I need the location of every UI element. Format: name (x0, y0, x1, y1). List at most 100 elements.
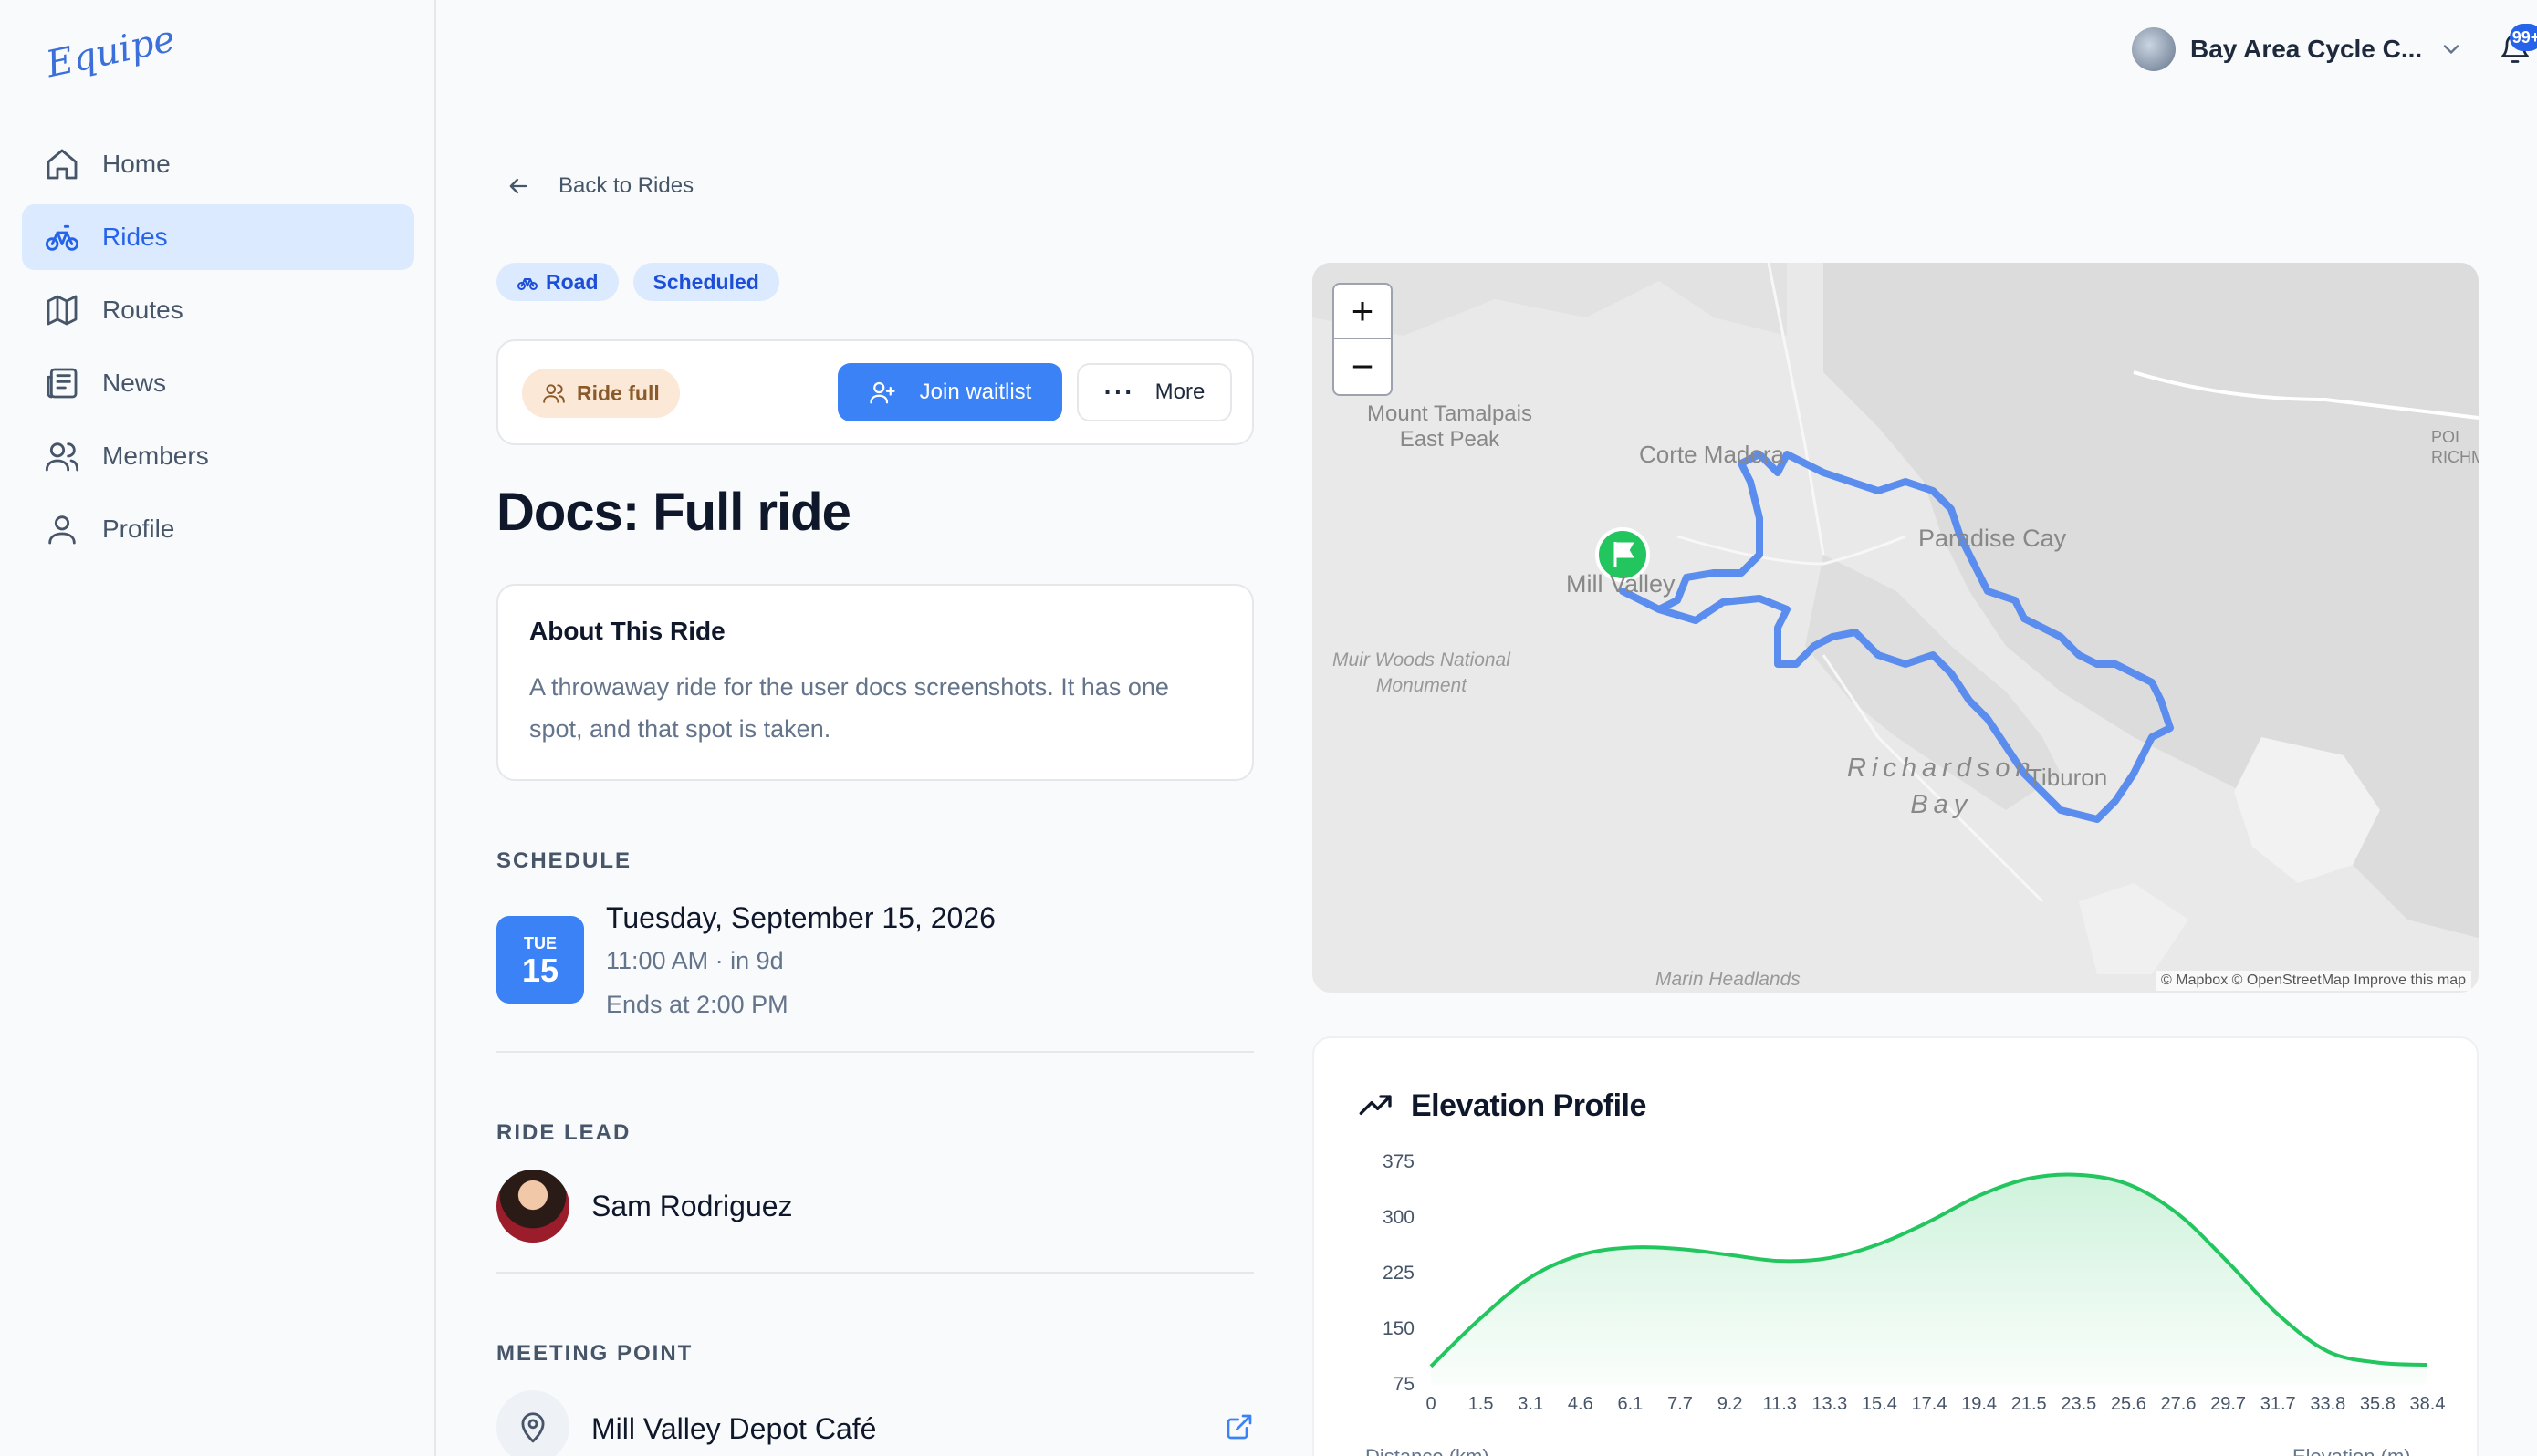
ride-actions-card: Ride full Join waitlist ··· More (496, 339, 1254, 445)
ride-lead-name[interactable]: Sam Rodriguez (591, 1190, 793, 1223)
club-switcher[interactable]: Bay Area Cycle C... (2132, 27, 2464, 71)
home-icon (47, 149, 78, 180)
schedule-time: 11:00 AM · in 9d (606, 947, 784, 974)
sidebar-item-members[interactable]: Members (22, 423, 414, 489)
arrow-left-icon (509, 178, 527, 194)
map-label-mill-valley: Mill Valley (1566, 570, 1676, 598)
map-pin-icon (521, 1412, 545, 1443)
map-label-corte-madera: Corte Madera (1639, 441, 1784, 468)
schedule-label: SCHEDULE (496, 848, 632, 873)
x-tick-label: 17.4 (1911, 1394, 1947, 1414)
x-tick-label: 27.6 (2160, 1394, 2197, 1414)
sidebar-item-label: Members (102, 442, 209, 470)
y-tick-label: 75 (1393, 1374, 1415, 1395)
club-avatar (2132, 27, 2176, 71)
chevron-down-icon (2444, 45, 2459, 55)
sidebar-item-label: News (102, 369, 167, 397)
location-pin-badge (496, 1390, 569, 1456)
sidebar-item-label: Home (102, 150, 171, 178)
x-tick-label: 6.1 (1617, 1394, 1644, 1414)
sidebar-item-routes[interactable]: Routes (22, 277, 414, 343)
sidebar-item-news[interactable]: News (22, 350, 414, 416)
y-tick-label: 375 (1382, 1151, 1415, 1172)
club-name: Bay Area Cycle C... (2190, 35, 2423, 63)
zoom-out-button[interactable]: − (1334, 339, 1391, 394)
x-tick-label: 29.7 (2210, 1394, 2247, 1414)
y-axis-label: Elevation (m) (2292, 1445, 2411, 1456)
map-label-point: POI RICHM (2431, 428, 2479, 466)
divider (496, 1272, 1254, 1274)
avatar[interactable] (496, 1170, 569, 1243)
x-tick-label: 3.1 (1518, 1394, 1544, 1414)
sidebar-item-label: Profile (102, 515, 175, 543)
tag-road: Road (496, 263, 619, 301)
tag-label: Road (546, 269, 599, 294)
ride-lead-label: RIDE LEAD (496, 1120, 632, 1145)
notification-badge: 99+ (2510, 24, 2537, 51)
top-bar: Bay Area Cycle C... 99+ (1807, 0, 2537, 102)
sidebar: Equipe Home Rides Routes News Members Pr… (0, 0, 436, 1456)
back-link-label: Back to Rides (559, 173, 694, 198)
join-waitlist-label: Join waitlist (919, 380, 1032, 404)
more-dots-icon: ··· (1103, 378, 1135, 406)
x-tick-label: 23.5 (2061, 1394, 2097, 1414)
map-label-peak: Mount Tamalpais East Peak (1367, 401, 1532, 452)
x-tick-label: 7.7 (1667, 1394, 1693, 1414)
more-button[interactable]: ··· More (1077, 363, 1232, 421)
map-label-richardson-bay: Richardson Bay (1847, 754, 2036, 819)
newspaper-icon (47, 368, 78, 399)
schedule-ends: Ends at 2:00 PM (606, 991, 788, 1018)
route-map[interactable]: + − Mount Tamalpais East Peak Corte Made… (1312, 263, 2479, 993)
x-tick-label: 21.5 (2010, 1394, 2047, 1414)
sidebar-item-label: Routes (102, 296, 183, 324)
users-icon (543, 384, 565, 403)
x-tick-label: 4.6 (1567, 1394, 1593, 1414)
external-link-icon[interactable] (1225, 1412, 1254, 1441)
tag-label: Scheduled (653, 269, 759, 294)
app-logo[interactable]: Equipe (43, 18, 179, 87)
meeting-point-name: Mill Valley Depot Café (591, 1412, 877, 1445)
schedule-date: Tuesday, September 15, 2026 (606, 901, 996, 934)
bike-icon (517, 278, 538, 290)
zoom-in-button[interactable]: + (1334, 285, 1391, 339)
more-label: More (1154, 380, 1206, 404)
map-icon (47, 295, 78, 326)
y-tick-label: 300 (1382, 1207, 1415, 1228)
x-tick-label: 11.3 (1762, 1394, 1797, 1414)
date-day: 15 (521, 952, 559, 989)
divider (496, 1051, 1254, 1053)
elevation-profile-card: Elevation Profile 375 300 225 150 75 0 1.5 3.1 4… (1312, 1036, 2479, 1456)
x-tick-label: 0 (1425, 1394, 1436, 1414)
x-tick-label: 33.8 (2310, 1394, 2346, 1414)
sidebar-item-label: Rides (102, 223, 168, 251)
x-tick-label: 35.8 (2359, 1394, 2396, 1414)
sidebar-item-home[interactable]: Home (22, 131, 414, 197)
x-tick-label: 13.3 (1811, 1394, 1848, 1414)
back-link[interactable]: Back to Rides (506, 173, 694, 199)
map-attribution[interactable]: © Mapbox © OpenStreetMap Improve this ma… (2156, 971, 2471, 991)
bike-icon (45, 224, 79, 251)
status-badge: Ride full (522, 369, 680, 418)
x-tick-label: 19.4 (1961, 1394, 1998, 1414)
sidebar-item-rides[interactable]: Rides (22, 204, 414, 270)
map-canvas (1312, 263, 2479, 974)
join-waitlist-button[interactable]: Join waitlist (838, 363, 1062, 421)
x-tick-label: 31.7 (2260, 1394, 2296, 1414)
date-badge: TUE 15 (496, 916, 584, 1004)
user-icon (48, 515, 76, 545)
page-title: Docs: Full ride (496, 483, 851, 542)
x-axis-label: Distance (km) (1365, 1445, 1489, 1456)
tag-scheduled: Scheduled (632, 263, 779, 301)
about-text: A throwaway ride for the user docs scree… (529, 673, 1169, 743)
map-label-muir-woods: Muir Woods National Monument (1332, 650, 1510, 696)
users-icon (45, 442, 79, 472)
x-tick-label: 15.4 (1861, 1394, 1897, 1414)
elevation-area (1431, 1174, 2427, 1385)
map-zoom-controls: + − (1332, 283, 1393, 396)
sidebar-item-profile[interactable]: Profile (22, 496, 414, 562)
about-card: About This Ride A throwaway ride for the… (496, 584, 1254, 781)
about-heading: About This Ride (529, 617, 726, 645)
x-tick-label: 38.4 (2409, 1394, 2446, 1414)
map-label-paradise-cay: Paradise Cay (1918, 525, 2067, 552)
map-label-marin-headlands: Marin Headlands (1655, 969, 1801, 990)
